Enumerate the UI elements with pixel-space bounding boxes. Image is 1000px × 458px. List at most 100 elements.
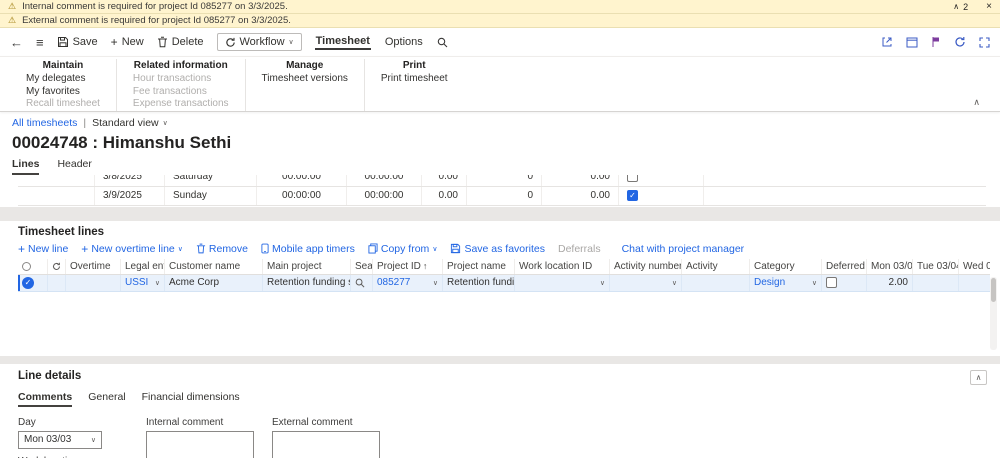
mobile-app-timers-button[interactable]: Mobile app timers: [261, 243, 355, 255]
deferred-checkbox[interactable]: [826, 277, 837, 288]
cell-deferred[interactable]: [822, 274, 867, 291]
col-activity[interactable]: Activity: [682, 258, 750, 274]
menu-item-my-favorites[interactable]: My favorites: [26, 86, 80, 99]
external-comment-label: External comment: [272, 416, 353, 428]
col-legal-entity[interactable]: Legal entity: [121, 258, 165, 274]
new-line-button[interactable]: + New line: [18, 243, 68, 255]
col-activity-number[interactable]: Activity number: [610, 258, 682, 274]
new-overtime-line-button[interactable]: + New overtime line ∨: [81, 243, 183, 255]
save-as-favorites-button[interactable]: Save as favorites: [450, 243, 545, 255]
cell-legal-entity[interactable]: USSI ∨: [121, 274, 165, 291]
cell-day3-hours[interactable]: [959, 275, 990, 291]
copy-from-label: Copy from: [380, 242, 430, 255]
internal-comment-textarea[interactable]: [146, 430, 254, 458]
chevron-down-icon: ∨: [162, 119, 168, 127]
col-day2[interactable]: Tue 03/04: [913, 258, 959, 274]
cell-activity[interactable]: [682, 274, 750, 291]
cell-day1-hours[interactable]: 2.00: [867, 274, 913, 291]
save-button[interactable]: Save: [57, 36, 98, 48]
cell-customer-name[interactable]: Acme Corp: [165, 274, 263, 291]
collapse-section-icon[interactable]: ∧: [970, 369, 987, 385]
col-customer-name[interactable]: Customer name: [165, 258, 263, 274]
tab-general[interactable]: General: [88, 391, 125, 407]
chevron-down-icon: ∨: [671, 279, 677, 287]
menu-item-my-delegates[interactable]: My delegates: [26, 73, 85, 86]
tab-options-label: Options: [384, 36, 423, 48]
cell-time2: 00:00:00: [347, 174, 422, 186]
cell-date: 3/8/2025: [95, 174, 165, 186]
day-checkbox[interactable]: ✓: [627, 190, 638, 201]
flag-icon[interactable]: [931, 36, 941, 48]
section-title: Line details: [18, 369, 82, 382]
calendar-row-saturday[interactable]: 3/8/2025 Saturday 00:00:00 00:00:00 0.00…: [18, 174, 986, 187]
copy-from-button[interactable]: Copy from ∨: [368, 242, 437, 255]
cell-search[interactable]: [351, 274, 373, 291]
window-icon[interactable]: [906, 37, 918, 48]
remove-button[interactable]: Remove: [196, 243, 248, 255]
scrollbar-thumb[interactable]: [991, 277, 996, 302]
back-icon[interactable]: ←: [10, 36, 23, 49]
tab-header[interactable]: Header: [57, 158, 91, 175]
cell-project-name[interactable]: Retention funding...: [443, 274, 515, 291]
cell-overtime[interactable]: [66, 274, 121, 291]
close-message-bar-icon[interactable]: ×: [986, 1, 992, 12]
chat-with-project-manager-button[interactable]: Chat with project manager: [622, 243, 745, 255]
new-button[interactable]: + New: [111, 36, 144, 48]
cell-checkbox: ✓: [619, 186, 704, 205]
col-search[interactable]: Sea...: [351, 258, 373, 274]
cell-day2-hours[interactable]: [913, 274, 959, 291]
day-select[interactable]: Mon 03/03 ∨: [18, 430, 102, 449]
col-day1[interactable]: Mon 03/03: [867, 258, 913, 274]
menu-item-print-timesheet[interactable]: Print timesheet: [381, 73, 448, 86]
breadcrumb-all-timesheets[interactable]: All timesheets: [12, 117, 77, 129]
calendar-row-sunday[interactable]: 3/9/2025 Sunday 00:00:00 00:00:00 0.00 0…: [18, 186, 986, 206]
col-project-name[interactable]: Project name: [443, 258, 515, 274]
add-icon: +: [110, 35, 118, 49]
message-text: External comment is required for project…: [22, 15, 291, 26]
refresh-icon[interactable]: [954, 36, 966, 48]
tab-timesheet[interactable]: Timesheet: [314, 35, 371, 50]
cell-main-project[interactable]: Retention funding sources: [263, 274, 351, 291]
workflow-button[interactable]: Workflow ∨: [216, 33, 302, 51]
vertical-scrollbar[interactable]: [990, 276, 997, 350]
hamburger-icon[interactable]: ≡: [36, 36, 44, 49]
mobile-phone-icon: [261, 243, 269, 254]
day-checkbox[interactable]: [627, 174, 638, 182]
tab-comments[interactable]: Comments: [18, 391, 73, 407]
collapse-messages-icon[interactable]: ∧: [953, 2, 959, 11]
tab-lines[interactable]: Lines: [12, 158, 40, 175]
trash-icon: [196, 243, 205, 254]
timesheet-line-row[interactable]: ✓ USSI ∨ Acme Corp Retention funding sou…: [18, 274, 990, 292]
select-all-icon: [22, 261, 31, 271]
col-overtime[interactable]: Overtime: [66, 258, 121, 274]
view-selector[interactable]: Standard view ∨: [92, 117, 168, 129]
tab-options[interactable]: Options: [384, 36, 424, 48]
share-icon[interactable]: [881, 36, 893, 48]
search-icon[interactable]: [437, 37, 448, 48]
external-comment-textarea[interactable]: [272, 430, 380, 458]
collapse-ribbon-icon[interactable]: ∧: [973, 97, 980, 108]
cell-select[interactable]: ✓: [18, 274, 48, 291]
chevron-down-icon: ∨: [599, 279, 605, 287]
col-category[interactable]: Category: [750, 258, 822, 274]
col-main-project[interactable]: Main project: [263, 258, 351, 274]
save-label: Save: [72, 36, 98, 48]
col-deferred[interactable]: Deferred: [822, 258, 867, 274]
tab-financial-dimensions[interactable]: Financial dimensions: [142, 391, 240, 407]
cell-category[interactable]: Design ∨: [750, 274, 822, 291]
col-day3[interactable]: Wed 03/05: [959, 259, 990, 274]
col-select-all[interactable]: [18, 258, 48, 274]
cell-work-location-id[interactable]: ∨: [515, 274, 610, 291]
col-project-id[interactable]: Project ID ↑: [373, 258, 443, 274]
field-column-external-comment: External comment: [272, 417, 380, 458]
expand-icon[interactable]: [979, 36, 990, 48]
menu-item-timesheet-versions[interactable]: Timesheet versions: [262, 73, 348, 86]
cell-project-id[interactable]: 085277 ∨: [373, 274, 443, 291]
message-bar-internal-comment: ⚠ Internal comment is required for proje…: [0, 0, 1000, 14]
cell-activity-number[interactable]: ∨: [610, 274, 682, 291]
cell-amount: 0.00: [542, 174, 619, 186]
menu-item-fee-transactions: Fee transactions: [132, 85, 207, 97]
delete-button[interactable]: Delete: [157, 36, 204, 48]
ribbon-group-title: Print: [402, 60, 426, 71]
col-work-location-id[interactable]: Work location ID: [515, 258, 610, 274]
